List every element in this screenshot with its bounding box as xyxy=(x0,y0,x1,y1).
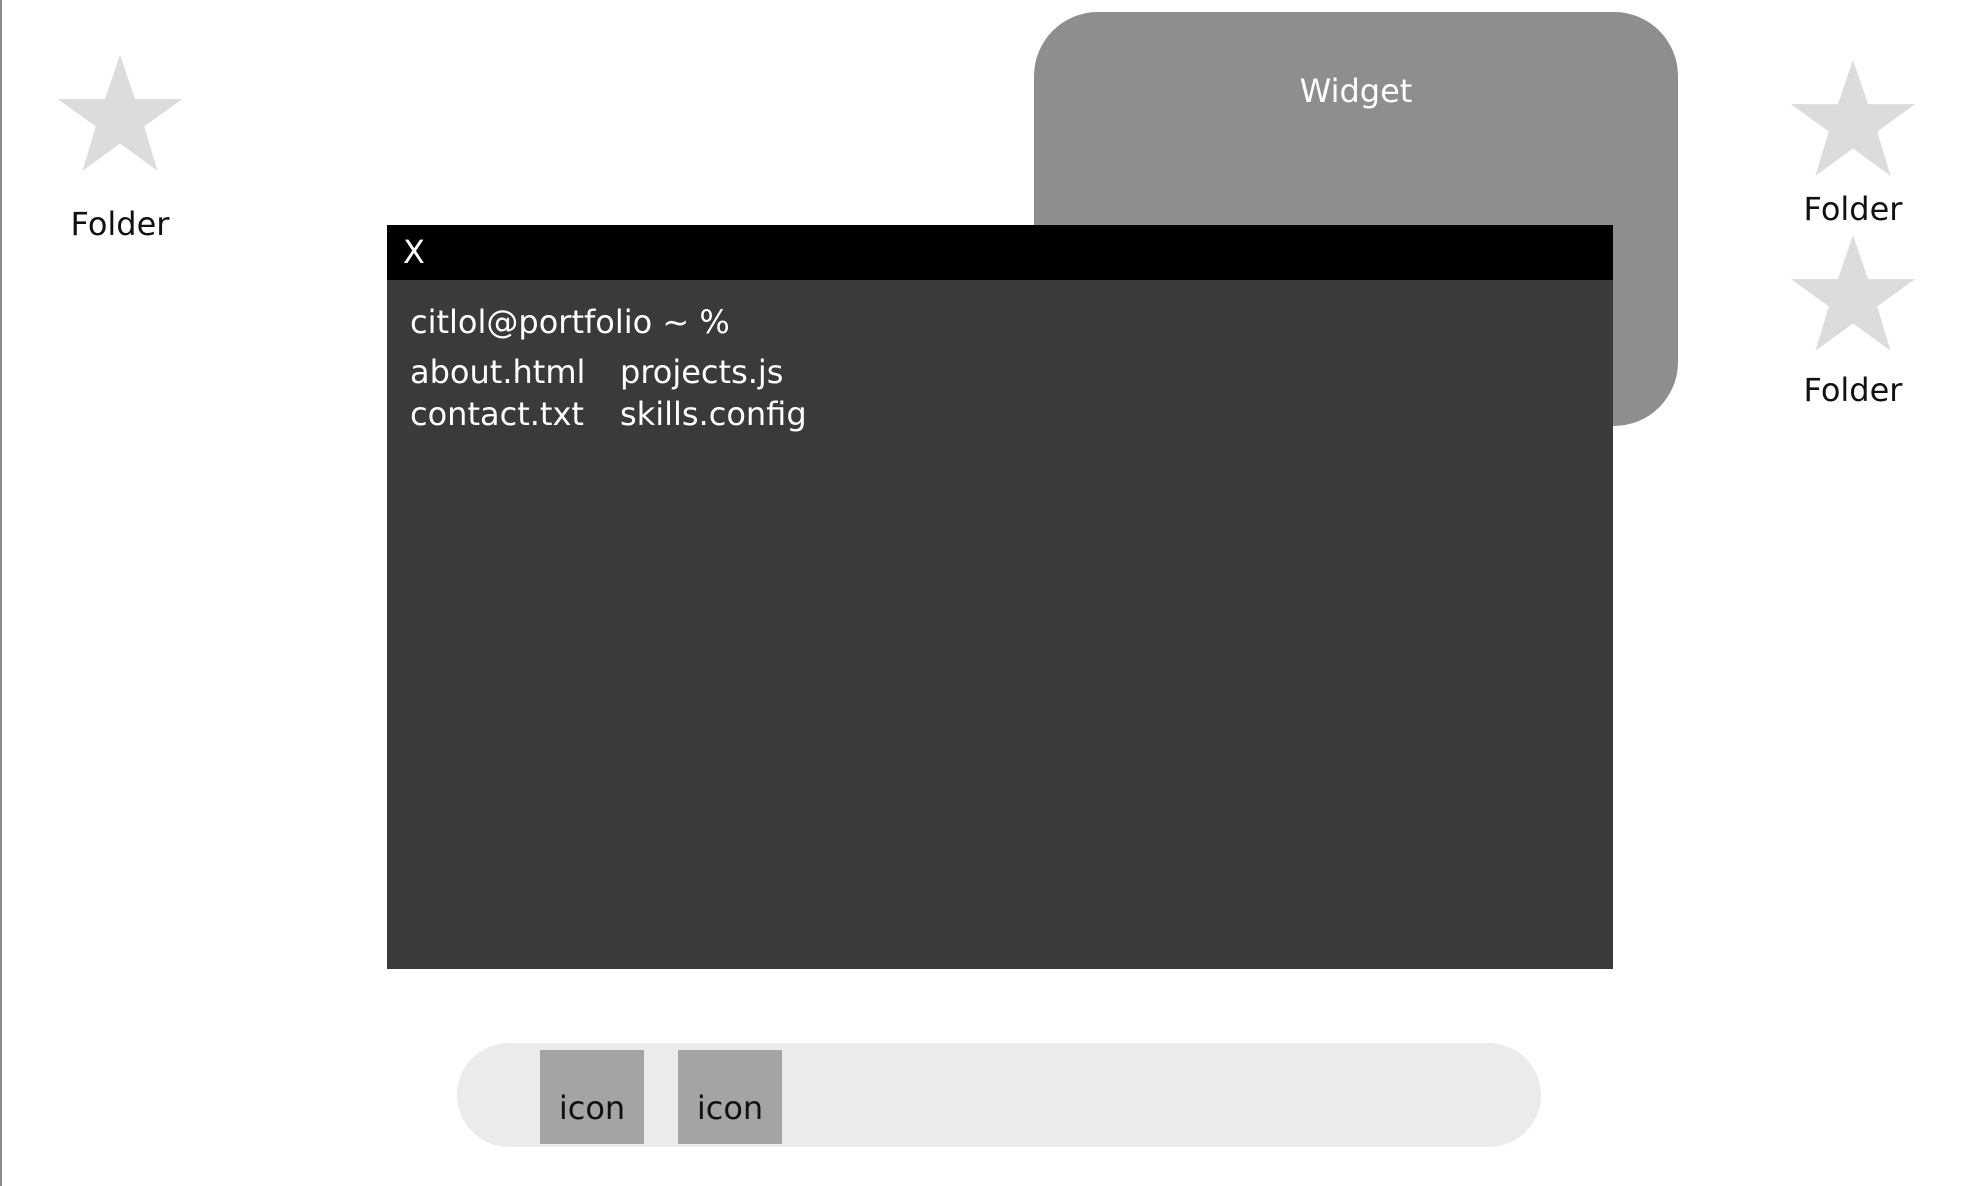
desktop-folder-label: Folder xyxy=(1803,371,1903,409)
dock-item-2[interactable]: icon xyxy=(678,1050,782,1144)
dock-item-label: icon xyxy=(558,1089,626,1127)
desktop-folder-3[interactable]: Folder xyxy=(1783,235,1923,415)
star-icon xyxy=(1790,235,1916,351)
terminal-window[interactable]: X citlol@portfolio ~ % about.html projec… xyxy=(387,225,1613,969)
terminal-titlebar[interactable]: X xyxy=(387,225,1613,280)
screen-left-border xyxy=(0,0,2,1186)
desktop-folder-label: Folder xyxy=(1803,190,1903,228)
file-entry: skills.config xyxy=(620,395,807,433)
star-icon xyxy=(57,55,183,171)
terminal-output[interactable]: citlol@portfolio ~ % about.html projects… xyxy=(410,302,1593,434)
dock-item-label: icon xyxy=(696,1089,764,1127)
file-entry: projects.js xyxy=(620,353,784,391)
widget-title: Widget xyxy=(1299,72,1413,110)
file-entry: about.html xyxy=(410,353,586,391)
desktop-folder-1[interactable]: Folder xyxy=(50,55,190,243)
terminal-prompt: citlol@portfolio ~ % xyxy=(410,303,730,341)
desktop-folder-2[interactable]: Folder xyxy=(1783,60,1923,240)
star-icon xyxy=(1790,60,1916,176)
close-button[interactable]: X xyxy=(403,232,425,272)
desktop-folder-label: Folder xyxy=(70,205,170,243)
dock: icon icon xyxy=(457,1043,1541,1147)
file-listing: about.html projects.js contact.txt skill… xyxy=(410,352,1593,434)
dock-item-1[interactable]: icon xyxy=(540,1050,644,1144)
file-entry: contact.txt xyxy=(410,395,584,433)
